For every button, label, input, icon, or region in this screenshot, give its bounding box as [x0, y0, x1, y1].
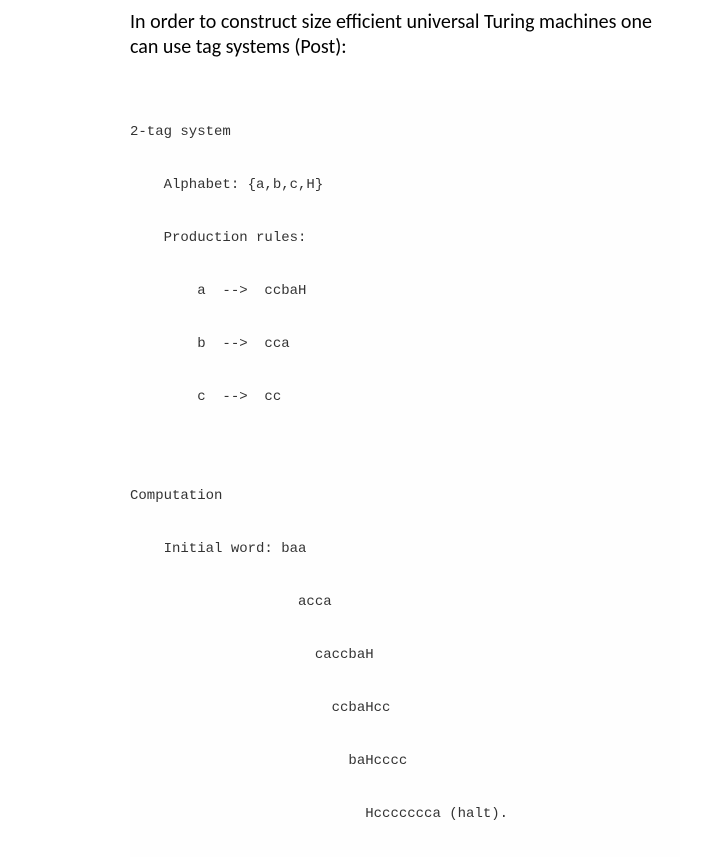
step-line: ccbaHcc [130, 698, 680, 719]
initial-word-line: Initial word: baa [130, 539, 680, 560]
computation-label: Computation [130, 486, 680, 507]
alphabet-line: Alphabet: {a,b,c,H} [130, 175, 680, 196]
code-header: 2-tag system [130, 122, 680, 143]
rule-line-c: c --> cc [130, 387, 680, 408]
rules-label: Production rules: [130, 228, 680, 249]
step-line: baHcccc [130, 751, 680, 772]
step-line: acca [130, 592, 680, 613]
rule-line-b: b --> cca [130, 334, 680, 355]
halt-line: Hccccccca (halt). [130, 804, 680, 825]
rule-line-a: a --> ccbaH [130, 281, 680, 302]
code-block: 2-tag system Alphabet: {a,b,c,H} Product… [130, 90, 680, 857]
intro-paragraph: In order to construct size efficient uni… [130, 10, 680, 60]
spacer [130, 440, 680, 454]
step-line: caccbaH [130, 645, 680, 666]
slide: In order to construct size efficient uni… [0, 0, 720, 857]
